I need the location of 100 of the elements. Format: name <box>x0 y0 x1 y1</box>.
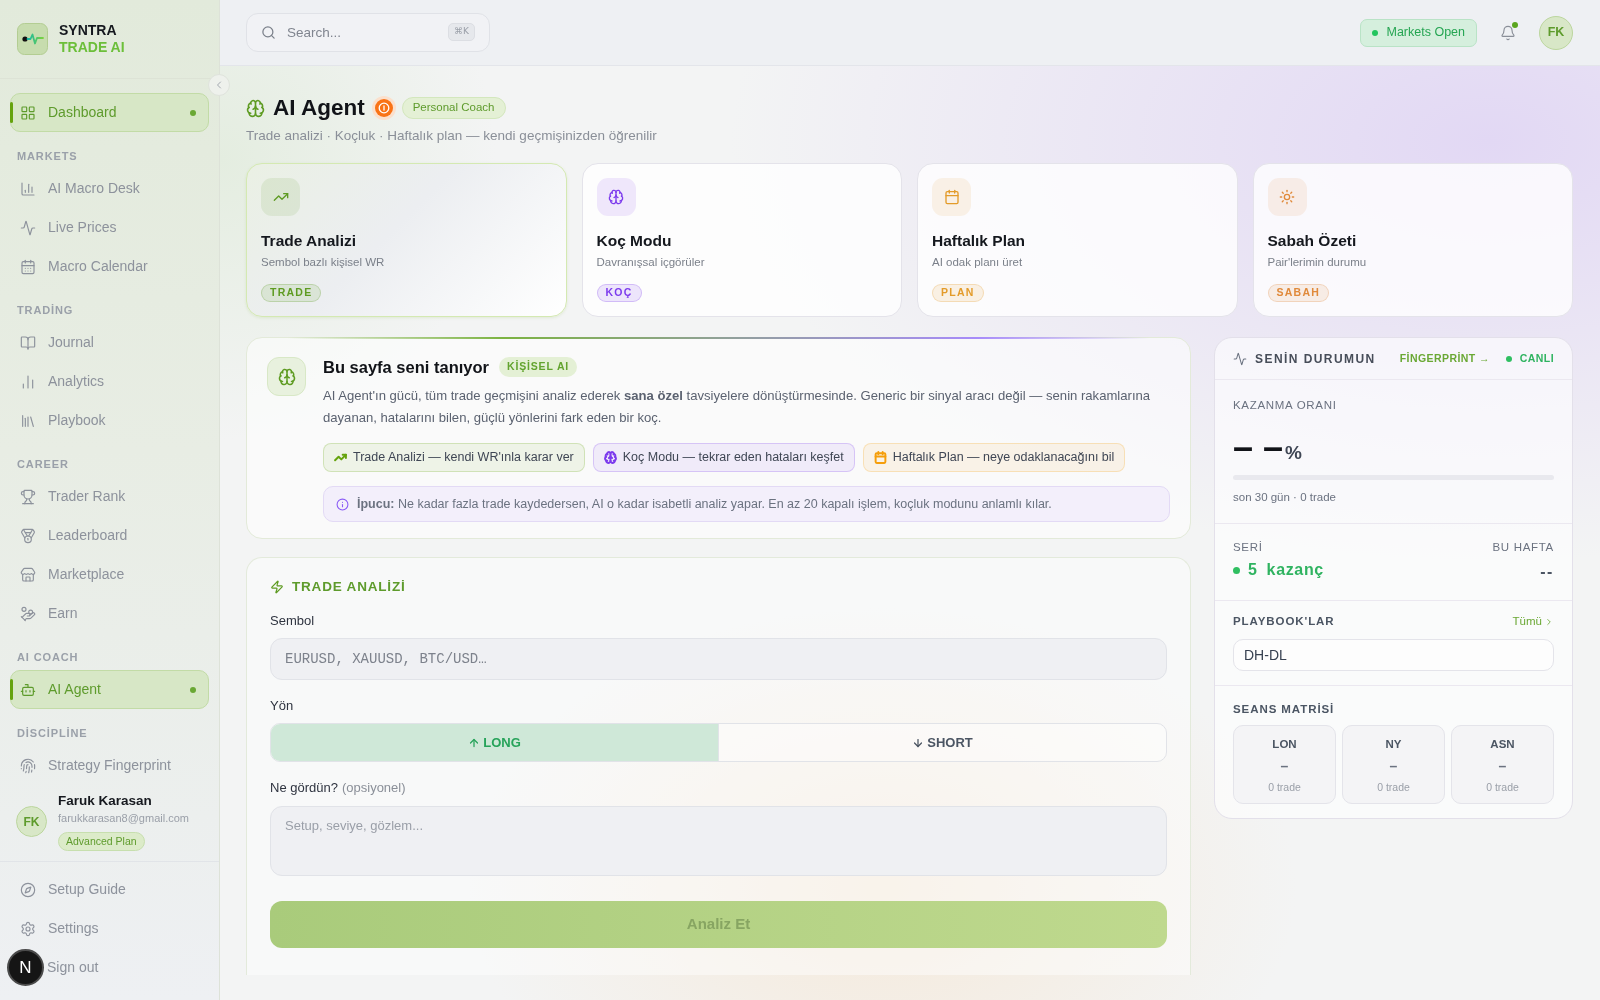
chip-label: Koç Modu — tekrar eden hataları keşfet <box>622 449 844 467</box>
bar-chart-icon <box>20 180 36 197</box>
intro-title: Bu sayfa seni tanıyor <box>323 356 489 378</box>
bar-chart-icon <box>20 373 36 390</box>
pulse-line-icon <box>1233 351 1247 366</box>
nav-item[interactable]: Macro Calendar <box>10 247 209 286</box>
section-title: PLAYBOOK'LAR <box>1233 614 1335 630</box>
feature-card[interactable]: Trade Analizi Sembol bazlı kişisel WR TRADE <box>246 163 567 317</box>
user-avatar[interactable]: FK <box>16 806 47 837</box>
page-title: AI Agent <box>273 94 365 123</box>
robot-icon <box>20 681 36 698</box>
feature-card[interactable]: Haftalık Plan AI odak planı üret PLAN <box>917 163 1238 317</box>
card-title: Koç Modu <box>596 230 672 251</box>
nav-item[interactable]: Leaderboard <box>10 516 209 555</box>
session-trades: 0 trade <box>1377 781 1410 794</box>
info-icon <box>371 96 396 120</box>
user-email: farukkarasan8@gmail.com <box>58 811 189 826</box>
chip-label: Haftalık Plan — neye odaklanacağını bil <box>892 449 1115 467</box>
nav-item[interactable]: Journal <box>10 323 209 362</box>
session-name: LON <box>1272 737 1297 751</box>
panel-title: SENİN DURUMUN <box>1255 350 1376 368</box>
card-tag: KOÇ <box>596 283 642 302</box>
brain-icon <box>246 98 265 118</box>
form-title: TRADE ANALİZİ <box>292 577 406 596</box>
nav-item[interactable]: Playbook <box>10 401 209 440</box>
direction-toggle[interactable]: SHORT <box>718 724 1166 761</box>
nav-item[interactable]: AI Macro Desk <box>10 169 209 208</box>
bell-icon <box>1500 24 1516 41</box>
arrow-up-icon <box>468 736 481 749</box>
session-value: – <box>1498 759 1507 773</box>
section-label: AI COACH <box>16 650 80 664</box>
stat-label: SERİ <box>1233 540 1264 554</box>
medal-icon <box>20 527 36 544</box>
info-icon <box>336 497 349 511</box>
card-tag: TRADE <box>261 283 322 302</box>
plan-badge: Advanced Plan <box>58 832 145 851</box>
calendar-icon <box>20 258 36 275</box>
card-subtitle: AI odak planı üret <box>932 254 1023 270</box>
hand-coins-icon <box>20 605 36 622</box>
field-label: Yön <box>270 699 295 713</box>
feature-card[interactable]: Koç Modu Davranışsal içgörüler KOÇ <box>581 163 902 317</box>
section-label: TRADİNG <box>16 303 75 317</box>
dev-tools-button[interactable]: N <box>7 949 44 986</box>
session-value: – <box>1389 759 1398 773</box>
nav-item[interactable]: Dashboard <box>10 93 209 132</box>
win-rate-unit: % <box>1285 442 1302 464</box>
nav-item[interactable]: Earn <box>10 594 209 633</box>
library-icon <box>20 412 36 429</box>
win-rate-value: – – <box>1233 430 1284 464</box>
feature-card[interactable]: Sabah Özeti Pair'lerimin durumu SABAH <box>1252 163 1573 317</box>
brand-name: SYNTRA <box>59 22 118 39</box>
shortcut-key: ⌘K <box>448 23 475 41</box>
strategy-list-item[interactable]: DH-DL <box>1233 639 1554 671</box>
session-name: ASN <box>1490 737 1515 751</box>
session-trades: 0 trade <box>1486 781 1519 794</box>
nav-item[interactable]: Strategy Fingerprint <box>10 746 209 784</box>
page-badge: Personal Coach <box>401 97 506 119</box>
brain-icon <box>267 357 306 396</box>
search-icon <box>261 25 276 40</box>
fingerprint-link[interactable]: FİNGERPRİNT → <box>1399 350 1490 367</box>
sun-icon <box>1267 178 1307 216</box>
user-name: Faruk Karasan <box>58 792 152 810</box>
field-label: Ne gördün? <box>270 781 338 795</box>
nav-item[interactable]: Trader Rank <box>10 477 209 516</box>
lightning-icon <box>270 580 284 594</box>
nav-item[interactable]: Analytics <box>10 362 209 401</box>
section-label: DİSCİPLİNE <box>16 726 89 740</box>
intro-paragraph: AI Agent'ın gücü, tüm trade geçmişini analiz ederek sana özel tavsiyelere dönüştürmesinde. Generic bir sinyal aracı değil — senin rakamlarına dayanan, hatalarını bilen, güçlü yönlerini fark eden bir koç. <box>323 387 1152 427</box>
nav-item[interactable]: Live Prices <box>10 208 209 247</box>
market-status-label: Markets Open <box>1386 24 1465 42</box>
footer-nav-item[interactable]: Setup Guide <box>10 870 209 909</box>
brain-icon <box>596 178 636 216</box>
book-icon <box>20 334 36 351</box>
section-title: SEANS MATRİSİ <box>1233 702 1336 716</box>
nav-item[interactable]: Marketplace <box>10 555 209 594</box>
fingerprint-icon <box>20 757 36 774</box>
notes-textarea[interactable]: Setup, seviye, gözlem... <box>270 806 1167 876</box>
footer-nav-item[interactable]: Settings <box>10 909 209 948</box>
live-label: CANLI <box>1519 350 1554 366</box>
card-subtitle: Davranışsal içgörüler <box>596 254 705 270</box>
pulse-line-icon <box>20 219 36 236</box>
field-hint: (opsiyonel) <box>341 781 406 795</box>
page-subtitle: Trade analizi · Koçluk · Haftalık plan — kendi geçmişinizden öğrenilir <box>246 127 658 145</box>
session-trades: 0 trade <box>1268 781 1301 794</box>
chevron-right-icon <box>1544 617 1554 627</box>
avatar-button[interactable]: FK <box>1539 15 1573 50</box>
see-all-link[interactable]: Tümü <box>1512 613 1554 631</box>
stat-label: BU HAFTA <box>1492 540 1554 554</box>
card-tag: PLAN <box>932 283 984 302</box>
grid-icon <box>20 104 36 121</box>
win-rate-caption: son 30 gün · 0 trade <box>1233 490 1337 504</box>
session-name: NY <box>1385 737 1402 751</box>
footer-nav-item[interactable]: Sign out <box>47 957 99 978</box>
store-icon <box>20 566 36 583</box>
settings-icon <box>20 920 36 937</box>
symbol-input[interactable]: EURUSD, XAUUSD, BTC/USD… <box>270 638 1167 680</box>
nav-item[interactable]: AI Agent <box>10 670 209 709</box>
card-title: Sabah Özeti <box>1267 230 1357 251</box>
direction-toggle[interactable]: LONG <box>271 724 718 761</box>
tip-text: İpucu: Ne kadar fazla trade kaydedersen, AI o kadar isabetli analiz yapar. En az 20 kapalı işlem, koçluk modunu anlamlı kılar. <box>357 495 1052 513</box>
